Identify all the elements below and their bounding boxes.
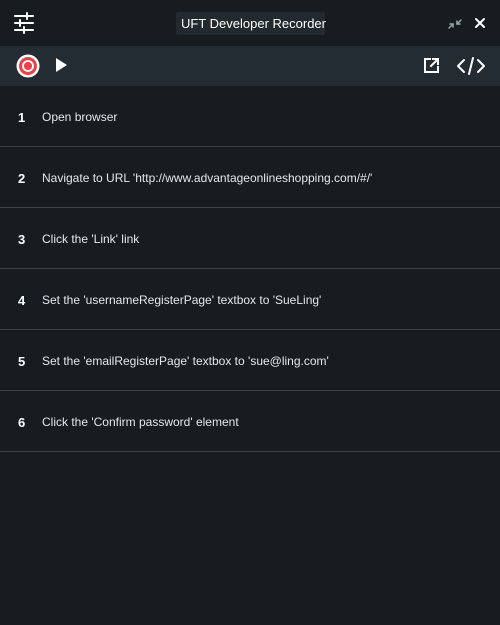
step-number: 5 (18, 354, 26, 369)
step-description: Set the 'emailRegisterPage' textbox to '… (42, 354, 329, 368)
toolbar (0, 46, 500, 86)
minimize-button[interactable] (446, 15, 464, 33)
step-row[interactable]: 2 Navigate to URL 'http://www.advantageo… (0, 147, 500, 208)
minimize-icon (448, 19, 462, 29)
step-description: Click the 'Confirm password' element (42, 415, 239, 429)
step-description: Set the 'usernameRegisterPage' textbox t… (42, 293, 322, 307)
record-icon (16, 54, 40, 78)
export-button[interactable] (423, 57, 440, 74)
step-description: Navigate to URL 'http://www.advantageonl… (42, 171, 373, 185)
step-number: 1 (18, 110, 26, 125)
play-button[interactable] (54, 57, 68, 73)
step-number: 3 (18, 232, 26, 247)
window-title: UFT Developer Recorder (176, 12, 326, 35)
close-button[interactable] (472, 15, 488, 31)
step-row[interactable]: 1 Open browser (0, 86, 500, 147)
play-icon (56, 58, 67, 72)
step-number: 2 (18, 171, 26, 186)
close-icon (475, 18, 485, 28)
record-button[interactable] (16, 54, 40, 78)
step-description: Click the 'Link' link (42, 232, 140, 246)
export-icon (424, 58, 439, 73)
step-number: 4 (18, 293, 26, 308)
step-description: Open browser (42, 110, 118, 124)
settings-icon (14, 12, 34, 34)
step-row[interactable]: 4 Set the 'usernameRegisterPage' textbox… (0, 269, 500, 330)
settings-button[interactable] (12, 12, 36, 34)
step-number: 6 (18, 415, 26, 430)
code-icon (457, 57, 485, 75)
step-row[interactable]: 6 Click the 'Confirm password' element (0, 391, 500, 452)
step-row[interactable]: 3 Click the 'Link' link (0, 208, 500, 269)
step-row[interactable]: 5 Set the 'emailRegisterPage' textbox to… (0, 330, 500, 391)
title-bar: UFT Developer Recorder (0, 0, 500, 46)
code-view-button[interactable] (456, 56, 486, 76)
step-list: 1 Open browser 2 Navigate to URL 'http:/… (0, 86, 500, 452)
